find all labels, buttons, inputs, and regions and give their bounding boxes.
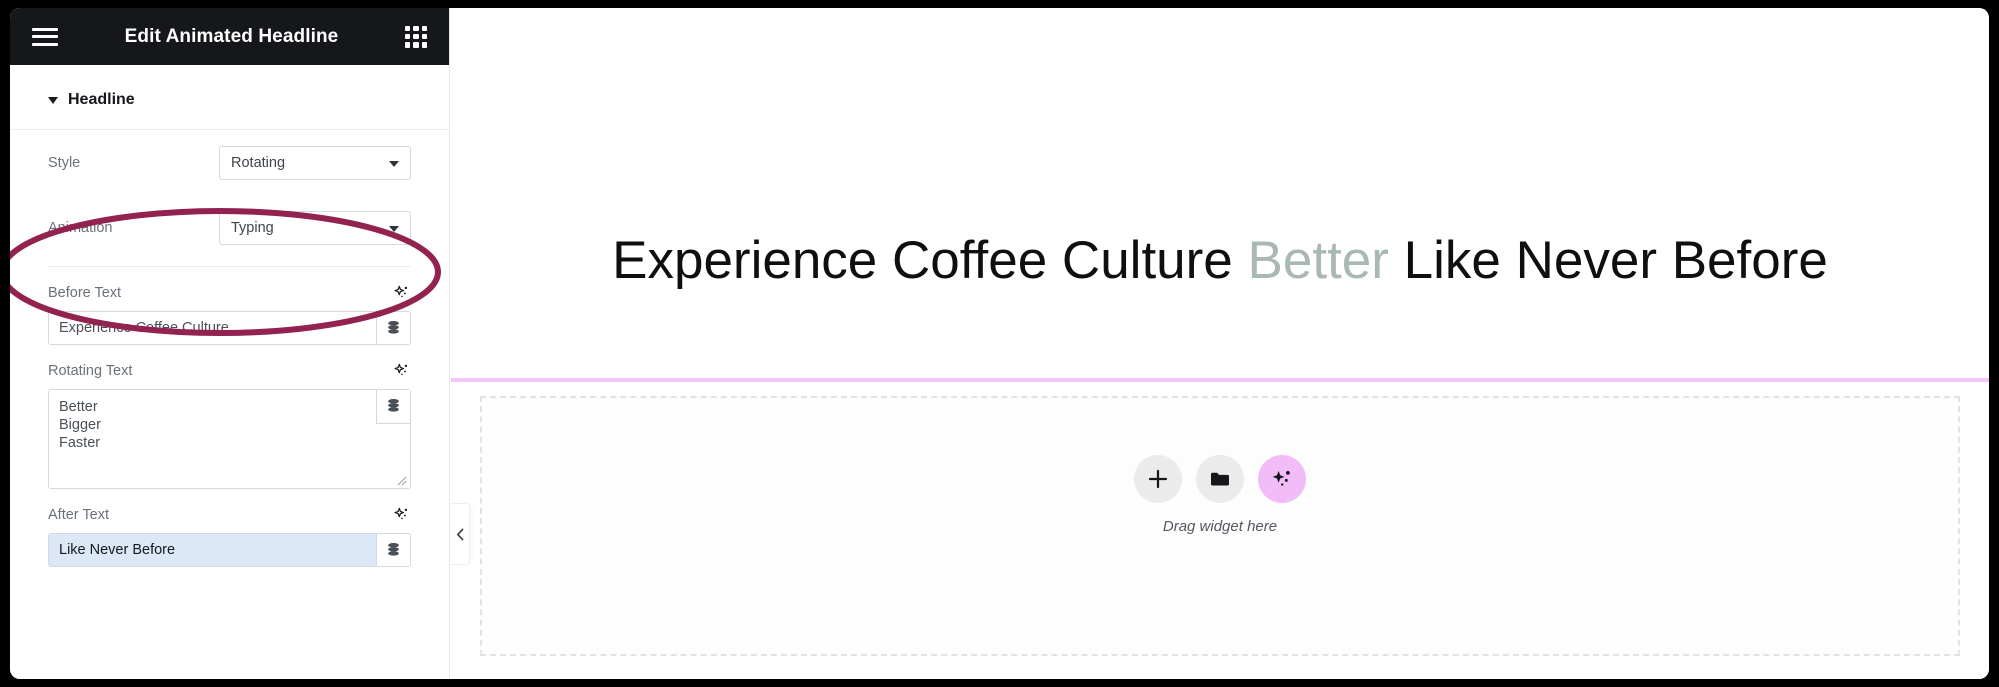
- open-template-library-button[interactable]: [1196, 455, 1244, 503]
- drop-zone-hint: Drag widget here: [1162, 518, 1278, 535]
- widget-drop-zone[interactable]: Drag widget here: [480, 396, 1960, 656]
- field-group-after-text: After Text: [10, 489, 449, 567]
- rotating-text-label: Rotating Text: [48, 362, 133, 379]
- browser-frame: Edit Animated Headline Headline Style Ro…: [10, 8, 1989, 679]
- chevron-down-icon: [389, 161, 399, 167]
- rotating-text-textarea[interactable]: Better Bigger Faster: [49, 390, 410, 488]
- section-header-headline[interactable]: Headline: [10, 65, 449, 130]
- before-text-input[interactable]: [49, 312, 376, 344]
- add-element-button[interactable]: [1134, 455, 1182, 503]
- control-row-animation: Animation Typing: [48, 195, 411, 260]
- control-row-style: Style Rotating: [48, 130, 411, 195]
- grid-apps-icon[interactable]: [405, 25, 427, 48]
- control-rows: Style Rotating Animation Typing: [10, 130, 449, 267]
- before-text-input-wrap: [48, 311, 411, 345]
- chevron-down-icon: [389, 226, 399, 232]
- style-select[interactable]: Rotating: [219, 146, 411, 180]
- plus-icon: [1148, 469, 1168, 489]
- rotating-text-textarea-wrap: Better Bigger Faster: [48, 389, 411, 489]
- animation-select-value: Typing: [231, 220, 274, 236]
- before-text-label: Before Text: [48, 284, 122, 301]
- ai-builder-button[interactable]: [1258, 455, 1306, 503]
- widget-settings-panel: Edit Animated Headline Headline Style Ro…: [10, 8, 450, 679]
- field-group-before-text: Before Text: [10, 267, 449, 345]
- animated-headline[interactable]: Experience Coffee Culture Better Like Ne…: [451, 230, 1989, 292]
- panel-header: Edit Animated Headline: [10, 8, 449, 65]
- ai-sparkle-icon[interactable]: [392, 283, 411, 302]
- before-text-label-row: Before Text: [48, 283, 411, 302]
- style-select-value: Rotating: [231, 155, 286, 171]
- screenshot-root: Edit Animated Headline Headline Style Ro…: [0, 0, 1999, 687]
- after-text-input-wrap: [48, 533, 411, 567]
- hero-section[interactable]: Experience Coffee Culture Better Like Ne…: [451, 8, 1989, 382]
- after-text-input[interactable]: [49, 534, 376, 566]
- drop-zone-content: Drag widget here: [482, 455, 1958, 535]
- editor-canvas: Experience Coffee Culture Better Like Ne…: [451, 8, 1989, 679]
- caret-down-icon: [48, 96, 58, 104]
- dynamic-tags-database-icon[interactable]: [376, 390, 410, 424]
- section-label: Headline: [68, 91, 135, 108]
- field-group-rotating-text: Rotating Text Better Bigger Faster: [10, 345, 449, 489]
- dynamic-tags-database-icon[interactable]: [376, 534, 410, 566]
- hamburger-icon[interactable]: [32, 27, 58, 46]
- headline-after-text: Like Never Before: [1388, 231, 1828, 290]
- dynamic-tags-database-icon[interactable]: [376, 312, 410, 344]
- animation-label: Animation: [48, 220, 113, 236]
- chevron-left-icon: [456, 528, 463, 540]
- panel-title: Edit Animated Headline: [124, 25, 339, 47]
- ai-sparkle-icon: [1272, 471, 1290, 486]
- animation-select[interactable]: Typing: [219, 211, 411, 245]
- folder-icon: [1211, 472, 1229, 486]
- panel-collapse-button[interactable]: [451, 503, 470, 565]
- headline-before-text: Experience Coffee Culture: [612, 231, 1248, 290]
- style-label: Style: [48, 155, 81, 171]
- rotating-text-label-row: Rotating Text: [48, 361, 411, 380]
- drop-zone-buttons: [482, 455, 1958, 503]
- ai-sparkle-icon[interactable]: [392, 361, 411, 380]
- headline-rotating-text: Better: [1247, 231, 1389, 290]
- after-text-label: After Text: [48, 506, 109, 523]
- after-text-label-row: After Text: [48, 505, 411, 524]
- ai-sparkle-icon[interactable]: [392, 505, 411, 524]
